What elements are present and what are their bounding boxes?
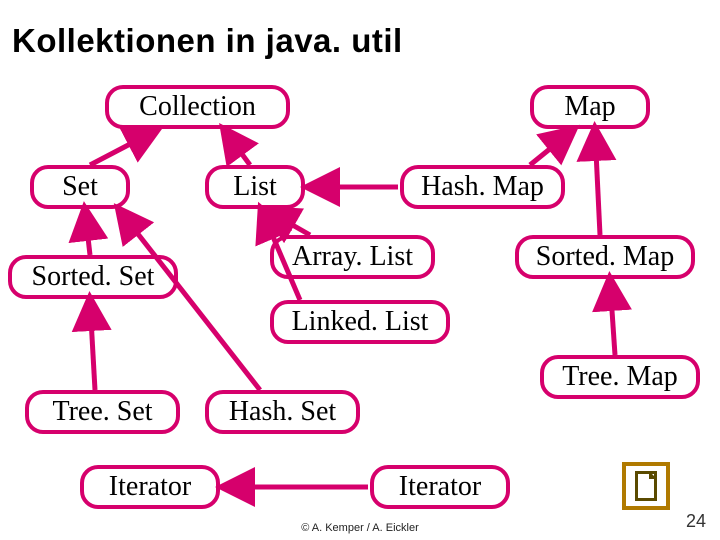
node-list: List xyxy=(205,165,305,209)
node-hashmap: Hash. Map xyxy=(400,165,565,209)
node-hashset: Hash. Set xyxy=(205,390,360,434)
node-sortedset: Sorted. Set xyxy=(8,255,178,299)
node-linkedlist: Linked. List xyxy=(270,300,450,344)
page-title: Kollektionen in java. util xyxy=(12,22,403,60)
node-iterator1: Iterator xyxy=(80,465,220,509)
node-collection: Collection xyxy=(105,85,290,129)
node-sortedmap: Sorted. Map xyxy=(515,235,695,279)
page-number: 24 xyxy=(686,511,706,532)
node-treemap: Tree. Map xyxy=(540,355,700,399)
node-map: Map xyxy=(530,85,650,129)
logo-icon xyxy=(622,462,670,510)
copyright-footer: © A. Kemper / A. Eickler xyxy=(0,522,720,534)
node-iterator2: Iterator xyxy=(370,465,510,509)
node-treeset: Tree. Set xyxy=(25,390,180,434)
node-arraylist: Array. List xyxy=(270,235,435,279)
node-set: Set xyxy=(30,165,130,209)
